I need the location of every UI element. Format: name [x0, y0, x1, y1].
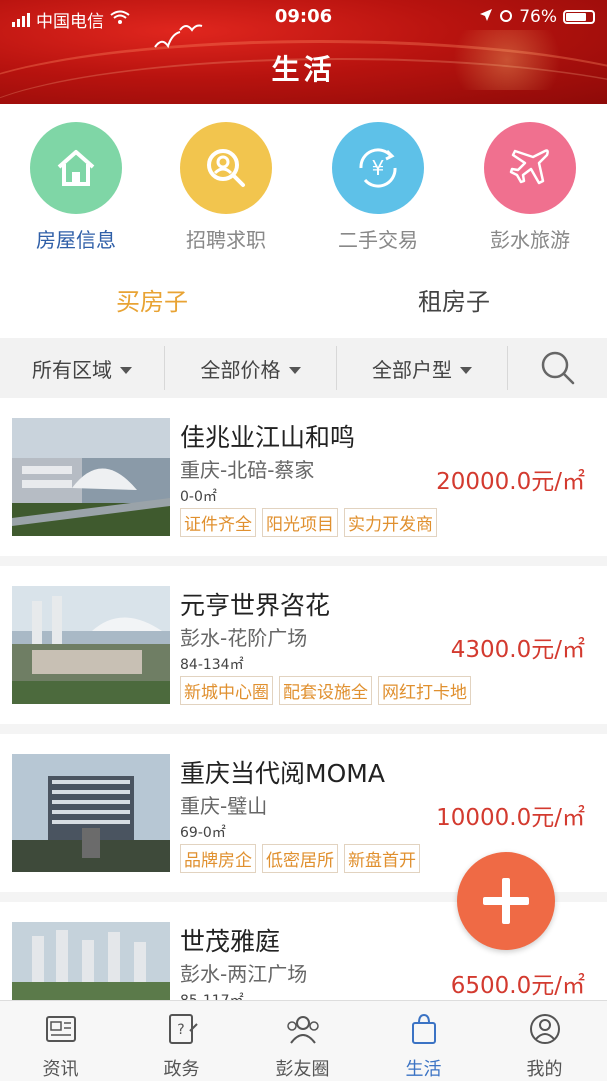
battery-icon: [563, 10, 595, 24]
listing-price: 6500.0元/㎡: [450, 973, 585, 999]
nav-label: 我的: [526, 1059, 563, 1080]
svg-text:¥: ¥: [372, 156, 385, 180]
plus-icon: [502, 878, 510, 924]
listing-area: 0-0㎡: [180, 489, 217, 505]
listing-thumbnail: [12, 754, 170, 872]
nav-profile[interactable]: 我的: [484, 1009, 605, 1081]
listing-area: 69-0㎡: [180, 825, 226, 841]
yuan-exchange-icon: ¥: [359, 148, 397, 188]
add-button[interactable]: [457, 852, 555, 950]
svg-text:?: ?: [177, 1022, 184, 1038]
government-icon: ?: [168, 1014, 198, 1044]
nav-news[interactable]: 资讯: [0, 1009, 121, 1081]
listing-tag: 配套设施全: [279, 676, 372, 705]
filter-label: 全部户型: [372, 357, 452, 382]
listing-title: 佳兆业江山和鸣: [180, 423, 356, 452]
nav-government[interactable]: ? 政务: [121, 1009, 242, 1081]
category-label: 房屋信息: [36, 228, 116, 252]
job-search-icon: [207, 149, 245, 187]
search-button[interactable]: [508, 338, 607, 398]
nav-label: 政务: [163, 1059, 200, 1080]
page-title: 生活: [271, 53, 336, 86]
listing-location: 重庆-北碚-蔡家: [180, 458, 315, 482]
listing-price: 10000.0元/㎡: [436, 805, 585, 831]
nav-life[interactable]: 生活: [363, 1009, 484, 1081]
listing-area: 84-134㎡: [180, 657, 244, 673]
filter-type-dropdown[interactable]: 全部户型: [337, 338, 507, 398]
battery-percent: 76%: [519, 7, 557, 27]
listing-tag: 低密居所: [262, 844, 338, 873]
listing-tag: 新城中心圈: [180, 676, 273, 705]
nav-label: 资讯: [42, 1059, 79, 1080]
category-bar: 房屋信息 招聘求职 ¥ 二手交易 彭水旅游: [0, 104, 607, 270]
category-label: 招聘求职: [186, 228, 266, 252]
tab-rent-house[interactable]: 租房子: [354, 282, 554, 317]
listing-tag: 新盘首开: [344, 844, 420, 873]
category-label: 彭水旅游: [490, 228, 570, 252]
listing-thumbnail: [12, 922, 170, 1000]
category-jobs[interactable]: 招聘求职: [166, 122, 286, 253]
news-icon: [45, 1016, 76, 1042]
listing-location: 重庆-璧山: [180, 794, 268, 818]
category-housing[interactable]: 房屋信息: [16, 122, 136, 253]
listing-thumbnail: [12, 418, 170, 536]
listing-tag: 实力开发商: [344, 508, 437, 537]
listing-tag: 阳光项目: [262, 508, 338, 537]
nav-friends-circle[interactable]: 彭友圈: [242, 1009, 363, 1081]
listing-tag: 品牌房企: [180, 844, 256, 873]
listing-title: 世茂雅庭: [180, 927, 281, 956]
caret-down-icon: [288, 366, 301, 374]
listing-area: 85-117㎡: [180, 990, 244, 1000]
listing-price: 4300.0元/㎡: [450, 637, 585, 663]
listing-location: 彭水-花阶广场: [180, 626, 308, 650]
category-secondhand[interactable]: ¥ 二手交易: [318, 122, 438, 253]
house-icon: [57, 150, 95, 186]
bottom-nav: 资讯 ? 政务 彭友圈 生活 我的: [0, 1000, 607, 1081]
profile-icon: [529, 1014, 560, 1044]
alarm-icon: [499, 7, 513, 27]
filter-label: 全部价格: [200, 357, 281, 382]
category-circle: [180, 122, 272, 214]
location-icon: [479, 7, 493, 27]
listing-location: 彭水-两江广场: [180, 962, 308, 986]
tab-bar: 买房子 租房子: [0, 270, 607, 338]
category-travel[interactable]: 彭水旅游: [470, 122, 590, 253]
listing-title: 重庆当代阅MOMA: [180, 759, 385, 788]
category-circle: ¥: [332, 122, 424, 214]
listing-thumbnail: [12, 586, 170, 704]
listing-tag: 证件齐全: [180, 508, 256, 537]
status-bar: 中国电信 09:06 76%: [0, 0, 607, 34]
category-circle: [484, 122, 576, 214]
caret-down-icon: [460, 366, 472, 374]
shopping-bag-icon: [411, 1013, 436, 1044]
nav-label: 彭友圈: [275, 1059, 330, 1080]
category-circle: [30, 122, 122, 214]
filter-bar: 所有区域 全部价格 全部户型: [0, 338, 607, 399]
search-icon: [541, 351, 574, 385]
filter-price-dropdown[interactable]: 全部价格: [165, 338, 336, 398]
airplane-icon: [509, 149, 549, 185]
listing-title: 元亨世界咨花: [180, 591, 331, 620]
header: 中国电信 09:06 76% 生活: [0, 0, 607, 104]
listing-tag: 网红打卡地: [378, 676, 471, 705]
nav-label: 生活: [405, 1059, 442, 1080]
listing-tags: 证件齐全 阳光项目 实力开发商: [180, 508, 437, 537]
caret-down-icon: [120, 366, 132, 374]
listing-price: 20000.0元/㎡: [436, 469, 585, 495]
tab-buy-house[interactable]: 买房子: [52, 282, 252, 317]
filter-label: 所有区域: [32, 357, 112, 382]
listing-card[interactable]: 元亨世界咨花 彭水-花阶广场 84-134㎡ 4300.0元/㎡ 新城中心圈 配…: [0, 566, 607, 724]
listing-card[interactable]: 佳兆业江山和鸣 重庆-北碚-蔡家 0-0㎡ 20000.0元/㎡ 证件齐全 阳光…: [0, 398, 607, 556]
filter-area-dropdown[interactable]: 所有区域: [0, 338, 164, 398]
listing-tags: 品牌房企 低密居所 新盘首开: [180, 844, 420, 873]
friends-circle-icon: [286, 1016, 319, 1044]
category-label: 二手交易: [338, 228, 418, 252]
listing-tags: 新城中心圈 配套设施全 网红打卡地: [180, 676, 471, 705]
